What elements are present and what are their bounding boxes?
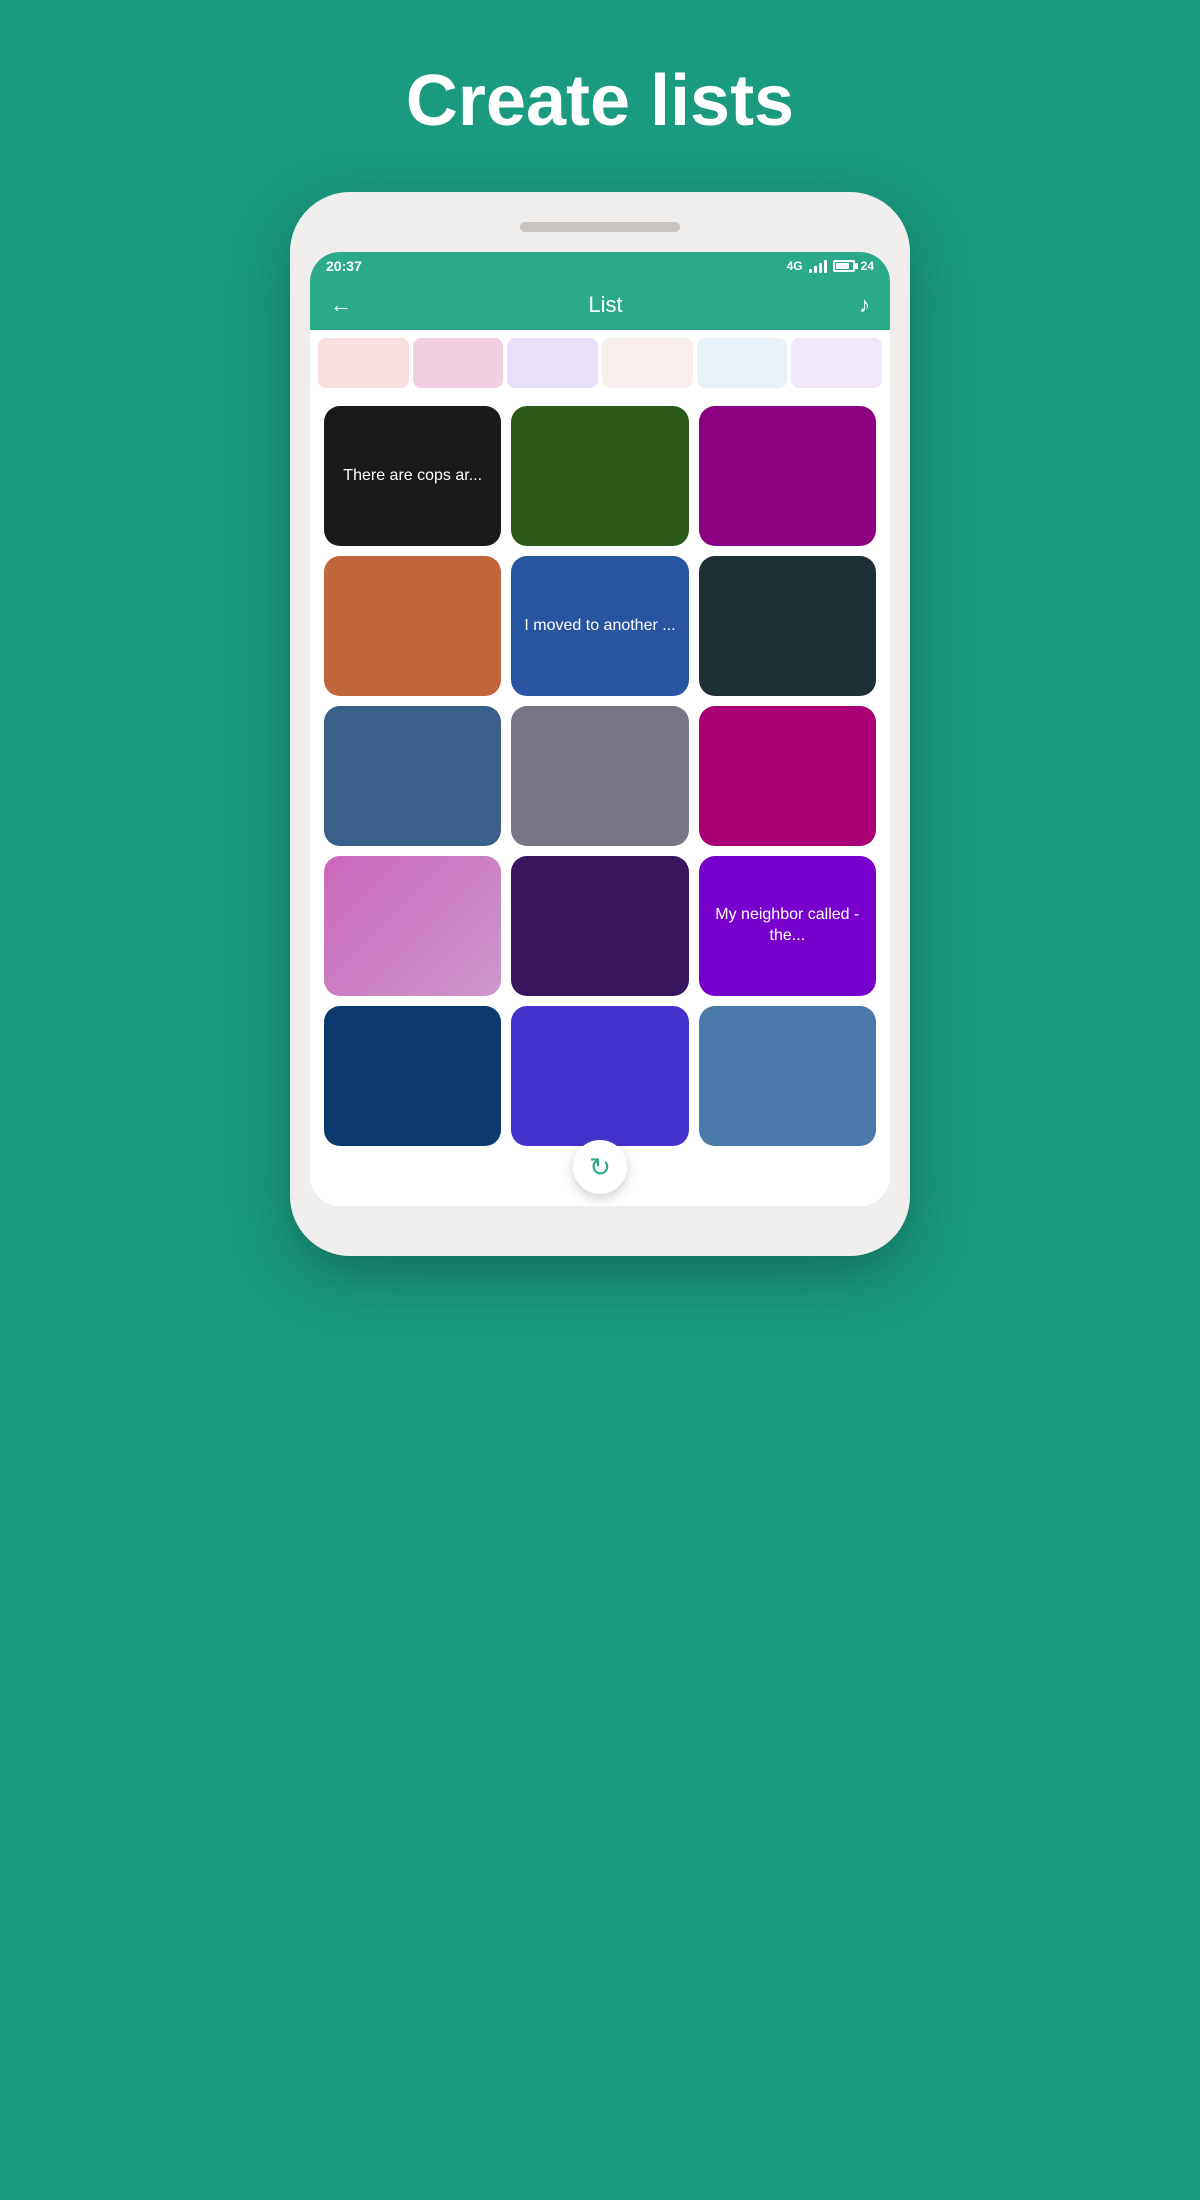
signal-bars-icon: [809, 259, 827, 273]
card-4[interactable]: [324, 556, 501, 696]
status-right: 4G 24: [787, 259, 874, 273]
card-1[interactable]: There are cops ar...: [324, 406, 501, 546]
card-14[interactable]: [511, 1006, 688, 1146]
fab-refresh-button[interactable]: ↻: [573, 1140, 627, 1194]
preview-cell-5: [697, 338, 788, 388]
battery-level: 24: [861, 259, 874, 273]
card-12[interactable]: My neighbor called - the...: [699, 856, 876, 996]
back-button[interactable]: ←: [330, 292, 352, 318]
phone-screen: 20:37 4G 24 ← List ♪: [310, 252, 890, 1206]
card-1-text: There are cops ar...: [343, 466, 482, 487]
preview-grid: [310, 330, 890, 396]
card-11[interactable]: [511, 856, 688, 996]
phone-notch: [520, 222, 680, 232]
card-2[interactable]: [511, 406, 688, 546]
card-8[interactable]: [511, 706, 688, 846]
signal-label: 4G: [787, 259, 803, 273]
card-13[interactable]: [324, 1006, 501, 1146]
card-9[interactable]: [699, 706, 876, 846]
status-bar: 20:37 4G 24: [310, 252, 890, 280]
card-10[interactable]: [324, 856, 501, 996]
app-header: ← List ♪: [310, 280, 890, 330]
card-7[interactable]: [324, 706, 501, 846]
phone-frame: 20:37 4G 24 ← List ♪: [290, 192, 910, 1256]
preview-cell-2: [413, 338, 504, 388]
card-12-text: My neighbor called - the...: [709, 905, 866, 947]
card-6[interactable]: [699, 556, 876, 696]
preview-cell-3: [507, 338, 598, 388]
battery-icon: [833, 260, 855, 272]
preview-cell-4: [602, 338, 693, 388]
card-grid: There are cops ar... I moved to another …: [310, 396, 890, 1206]
card-5-text: I moved to another ...: [524, 616, 675, 637]
status-time: 20:37: [326, 258, 362, 274]
header-title: List: [588, 292, 622, 318]
card-3[interactable]: [699, 406, 876, 546]
card-5[interactable]: I moved to another ...: [511, 556, 688, 696]
card-15[interactable]: [699, 1006, 876, 1146]
refresh-icon: ↻: [589, 1152, 611, 1183]
preview-cell-6: [791, 338, 882, 388]
page-title: Create lists: [406, 60, 794, 142]
preview-cell-1: [318, 338, 409, 388]
music-icon[interactable]: ♪: [859, 292, 870, 318]
phone-bottom: [310, 1206, 890, 1236]
